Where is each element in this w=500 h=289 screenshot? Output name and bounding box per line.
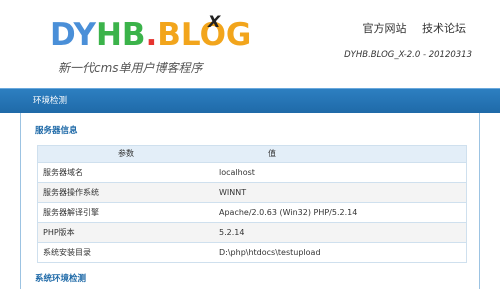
logo-wordmark: DYHB.BLOG — [50, 18, 251, 52]
server-info-table: 参数 值 服务器域名 localhost 服务器操作系统 WINNT 服务器解译… — [37, 145, 467, 263]
value-cell: 5.2.14 — [219, 228, 245, 237]
env-check-title: 系统环境检测 — [35, 274, 87, 284]
official-site-link[interactable]: 官方网站 — [363, 22, 407, 35]
tech-forum-link[interactable]: 技术论坛 — [422, 22, 466, 35]
logo-part-4: BLOG — [157, 17, 252, 53]
value-cell: Apache/2.0.63 (Win32) PHP/5.2.14 — [219, 208, 358, 217]
logo-slogan: 新一代cms单用户博客程序 — [58, 61, 203, 75]
param-cell: PHP版本 — [43, 228, 75, 237]
table-row: 服务器域名 localhost — [38, 163, 466, 183]
table-row: 系统安装目录 D:\php\htdocs\testupload — [38, 243, 466, 263]
param-cell: 服务器域名 — [43, 168, 83, 177]
logo-part-1: DY — [50, 17, 96, 53]
logo-badge: X — [208, 12, 221, 31]
table-row: 服务器操作系统 WINNT — [38, 183, 466, 203]
nav-title: 环境检测 — [33, 96, 68, 106]
header: DYHB.BLOG X 新一代cms单用户博客程序 官方网站 技术论坛 DYHB… — [0, 0, 500, 88]
logo-part-3: . — [145, 17, 158, 53]
version-text: DYHB.BLOG_X-2.0 - 20120313 — [344, 50, 472, 60]
server-info-title: 服务器信息 — [35, 126, 78, 136]
value-cell: D:\php\htdocs\testupload — [219, 248, 321, 257]
column-header-value: 值 — [268, 149, 276, 158]
value-cell: WINNT — [219, 188, 247, 197]
param-cell: 服务器操作系统 — [43, 188, 99, 197]
logo[interactable]: DYHB.BLOG X 新一代cms单用户博客程序 — [50, 12, 251, 80]
column-header-param: 参数 — [118, 149, 134, 158]
top-links: 官方网站 技术论坛 — [351, 20, 467, 36]
value-cell: localhost — [219, 168, 255, 177]
table-header-row: 参数 值 — [38, 146, 466, 163]
nav-bar — [0, 88, 500, 113]
table-row: PHP版本 5.2.14 — [38, 223, 466, 243]
param-cell: 服务器解译引擎 — [43, 208, 99, 217]
param-cell: 系统安装目录 — [43, 248, 91, 257]
logo-part-2: HB — [95, 17, 146, 53]
table-row: 服务器解译引擎 Apache/2.0.63 (Win32) PHP/5.2.14 — [38, 203, 466, 223]
